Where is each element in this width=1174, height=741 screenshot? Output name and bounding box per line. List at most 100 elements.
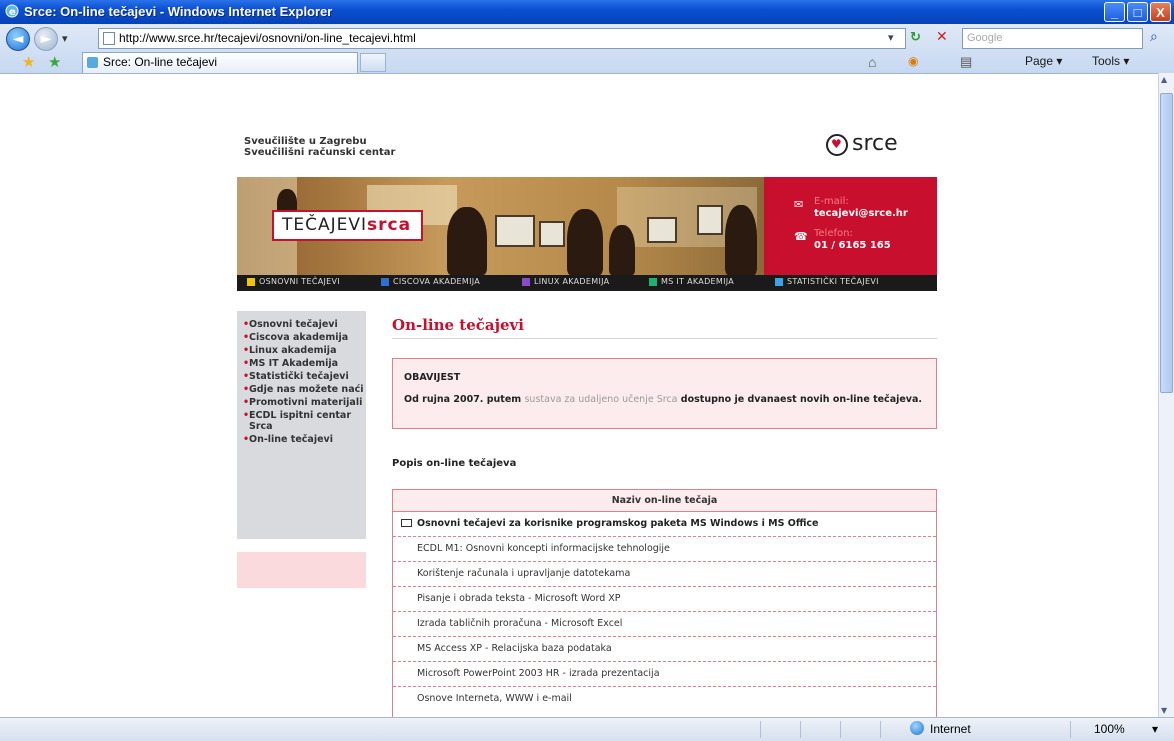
table-header: Naziv on-line tečaja: [393, 490, 936, 512]
tab-favicon-icon: [87, 57, 98, 68]
logo-heart-icon: ♥: [831, 137, 842, 151]
close-button[interactable]: X: [1150, 2, 1171, 22]
sidebar-item-msit[interactable]: MS IT Akademija: [243, 358, 366, 369]
address-dropdown-icon[interactable]: ▾: [888, 31, 894, 44]
sidebar-item-osnovni[interactable]: Osnovni tečajevi: [243, 319, 366, 330]
feeds-icon[interactable]: ◉: [908, 54, 918, 68]
vertical-scrollbar[interactable]: ▲ ▼: [1158, 73, 1174, 717]
phone-value: 01 / 6165 165: [814, 240, 891, 251]
notice-text-after: dostupno je dvanaest novih on-line tečaj…: [677, 394, 923, 405]
tecajevi-srca-logo[interactable]: TEČAJEVIsrca: [272, 210, 423, 241]
table-row[interactable]: Izrada tabličnih proračuna - Microsoft E…: [393, 611, 936, 636]
search-icon[interactable]: ⌕: [1150, 29, 1158, 45]
email-icon: ✉: [794, 198, 804, 211]
table-row[interactable]: Korištenje računala i upravljanje datote…: [393, 561, 936, 586]
contact-panel: ✉ E-mail: tecajevi@srce.hr ☎ Telefon: 01…: [764, 177, 937, 275]
table-row[interactable]: MS Access XP - Relacijska baza podataka: [393, 636, 936, 661]
internet-globe-icon: [910, 721, 924, 735]
sidebar-item-promotivni[interactable]: Promotivni materijali: [243, 397, 366, 408]
phone-label: Telefon:: [814, 228, 853, 239]
search-input[interactable]: Google: [962, 28, 1143, 49]
sidebar-item-ciscova[interactable]: Ciscova akademija: [243, 332, 366, 343]
nav-osnovni-tecajevi[interactable]: OSNOVNI TEČAJEVI: [259, 277, 340, 286]
nav-ciscova-akademija[interactable]: CISCOVA AKADEMIJA: [393, 277, 480, 286]
course-group[interactable]: Osnovni tečajevi za korisnike programsko…: [393, 512, 936, 536]
table-row[interactable]: Pisanje i obrada teksta - Microsoft Word…: [393, 586, 936, 611]
notice-heading: OBAVIJEST: [404, 372, 461, 383]
email-label: E-mail:: [814, 196, 849, 207]
scroll-thumb[interactable]: [1160, 93, 1173, 393]
title-divider: [392, 338, 937, 339]
banner: TEČAJEVIsrca ✉ E-mail: tecajevi@srce.hr …: [237, 177, 937, 291]
sidebar-item-online[interactable]: On-line tečajevi: [243, 434, 366, 445]
svg-text:e: e: [9, 7, 16, 18]
sidebar-item-linux[interactable]: Linux akademija: [243, 345, 366, 356]
window-title: Srce: On-line tečajevi - Windows Interne…: [24, 4, 333, 19]
scroll-down-icon[interactable]: ▼: [1161, 706, 1167, 715]
address-text: http://www.srce.hr/tecajevi/osnovni/on-l…: [119, 31, 416, 45]
table-row[interactable]: ECDL M1: Osnovni koncepti informacijske …: [393, 536, 936, 561]
brand-bold: srca: [367, 215, 412, 235]
nav-ciscova-square-icon: [381, 278, 389, 286]
address-input[interactable]: http://www.srce.hr/tecajevi/osnovni/on-l…: [98, 28, 906, 49]
nav-statisticki-square-icon: [775, 278, 783, 286]
ie-logo-icon: e: [5, 4, 19, 18]
table-row[interactable]: Osnove Interneta, WWW i e-mail: [393, 686, 936, 711]
course-category-nav: OSNOVNI TEČAJEVI CISCOVA AKADEMIJA LINUX…: [237, 275, 937, 291]
sidebar-nav: Osnovni tečajevi Ciscova akademija Linux…: [237, 311, 366, 539]
security-zone-label[interactable]: Internet: [930, 722, 971, 736]
back-button[interactable]: ◄: [6, 27, 30, 51]
nav-msit-square-icon: [649, 278, 657, 286]
history-dropdown-icon[interactable]: ▾: [62, 32, 68, 45]
page-icon: [103, 32, 115, 45]
forward-button[interactable]: ►: [34, 27, 58, 51]
logo-text: srce: [852, 131, 898, 156]
university-name: Sveučilište u Zagrebu: [244, 136, 367, 147]
notice-body: Od rujna 2007. putem sustava za udaljeno…: [404, 394, 924, 405]
print-icon[interactable]: ▤: [960, 54, 972, 70]
tab-row: ★ ★ Srce: On-line tečajevi ⌂ ◉ ▤ Page ▾ …: [0, 52, 1174, 73]
sidebar-pink-box: [237, 552, 366, 588]
home-icon[interactable]: ⌂: [868, 54, 876, 70]
minimize-button[interactable]: _: [1104, 2, 1125, 22]
course-list-heading: Popis on-line tečajeva: [392, 458, 517, 469]
table-row[interactable]: Microsoft PowerPoint 2003 HR - izrada pr…: [393, 661, 936, 686]
notice-text-before: Od rujna 2007. putem: [404, 394, 525, 405]
sidebar-item-ecdl[interactable]: ECDL ispitni centar Srca: [243, 410, 366, 432]
page-title: On-line tečajevi: [392, 316, 524, 334]
site-header-text: Sveučilište u Zagrebu Sveučilišni računs…: [244, 136, 395, 158]
stop-icon[interactable]: ✕: [936, 29, 948, 45]
nav-linux-square-icon: [522, 278, 530, 286]
status-bar: Internet 100% ▾: [0, 717, 1174, 741]
nav-osnovni-square-icon: [247, 278, 255, 286]
zoom-level[interactable]: 100%: [1094, 722, 1125, 736]
maximize-button[interactable]: □: [1127, 2, 1148, 22]
nav-linux-akademija[interactable]: LINUX AKADEMIJA: [534, 277, 609, 286]
add-favorite-icon[interactable]: ★: [48, 53, 61, 71]
center-name: Sveučilišni računski centar: [244, 147, 396, 158]
group-title: Osnovni tečajevi za korisnike programsko…: [417, 518, 819, 529]
nav-statisticki-tecajevi[interactable]: STATISTIČKI TEČAJEVI: [787, 277, 879, 286]
page-viewport: Sveučilište u Zagrebu Sveučilišni računs…: [0, 73, 1158, 718]
refresh-icon[interactable]: ↻: [910, 30, 921, 45]
notice-link[interactable]: sustava za udaljeno učenje Srca: [524, 394, 677, 405]
brand-plain: TEČAJEVI: [282, 215, 368, 235]
browser-toolbar: ◄ ► ▾ http://www.srce.hr/tecajevi/osnovn…: [0, 24, 1174, 73]
sidebar-item-statisticki[interactable]: Statistički tečajevi: [243, 371, 366, 382]
window-title-bar[interactable]: e Srce: On-line tečajevi - Windows Inter…: [0, 0, 1174, 24]
tab-title: Srce: On-line tečajevi: [103, 55, 218, 69]
zoom-dropdown-icon[interactable]: ▾: [1152, 722, 1158, 736]
page-menu[interactable]: Page ▾: [1025, 54, 1062, 68]
course-table: Naziv on-line tečaja Osnovni tečajevi za…: [392, 489, 937, 718]
sidebar-item-gdje[interactable]: Gdje nas možete naći: [243, 384, 366, 395]
notice-box: OBAVIJEST Od rujna 2007. putem sustava z…: [392, 358, 937, 429]
nav-ms-it-akademija[interactable]: MS IT AKADEMIJA: [661, 277, 734, 286]
email-link[interactable]: tecajevi@srce.hr: [814, 208, 908, 219]
favorites-star-icon[interactable]: ★: [22, 53, 35, 71]
tab-srce[interactable]: Srce: On-line tečajevi: [82, 52, 358, 73]
new-tab-button[interactable]: [360, 53, 386, 72]
tools-menu[interactable]: Tools ▾: [1092, 54, 1129, 68]
scroll-up-icon[interactable]: ▲: [1161, 75, 1167, 84]
folder-icon: [401, 519, 412, 527]
phone-icon: ☎: [794, 230, 808, 243]
